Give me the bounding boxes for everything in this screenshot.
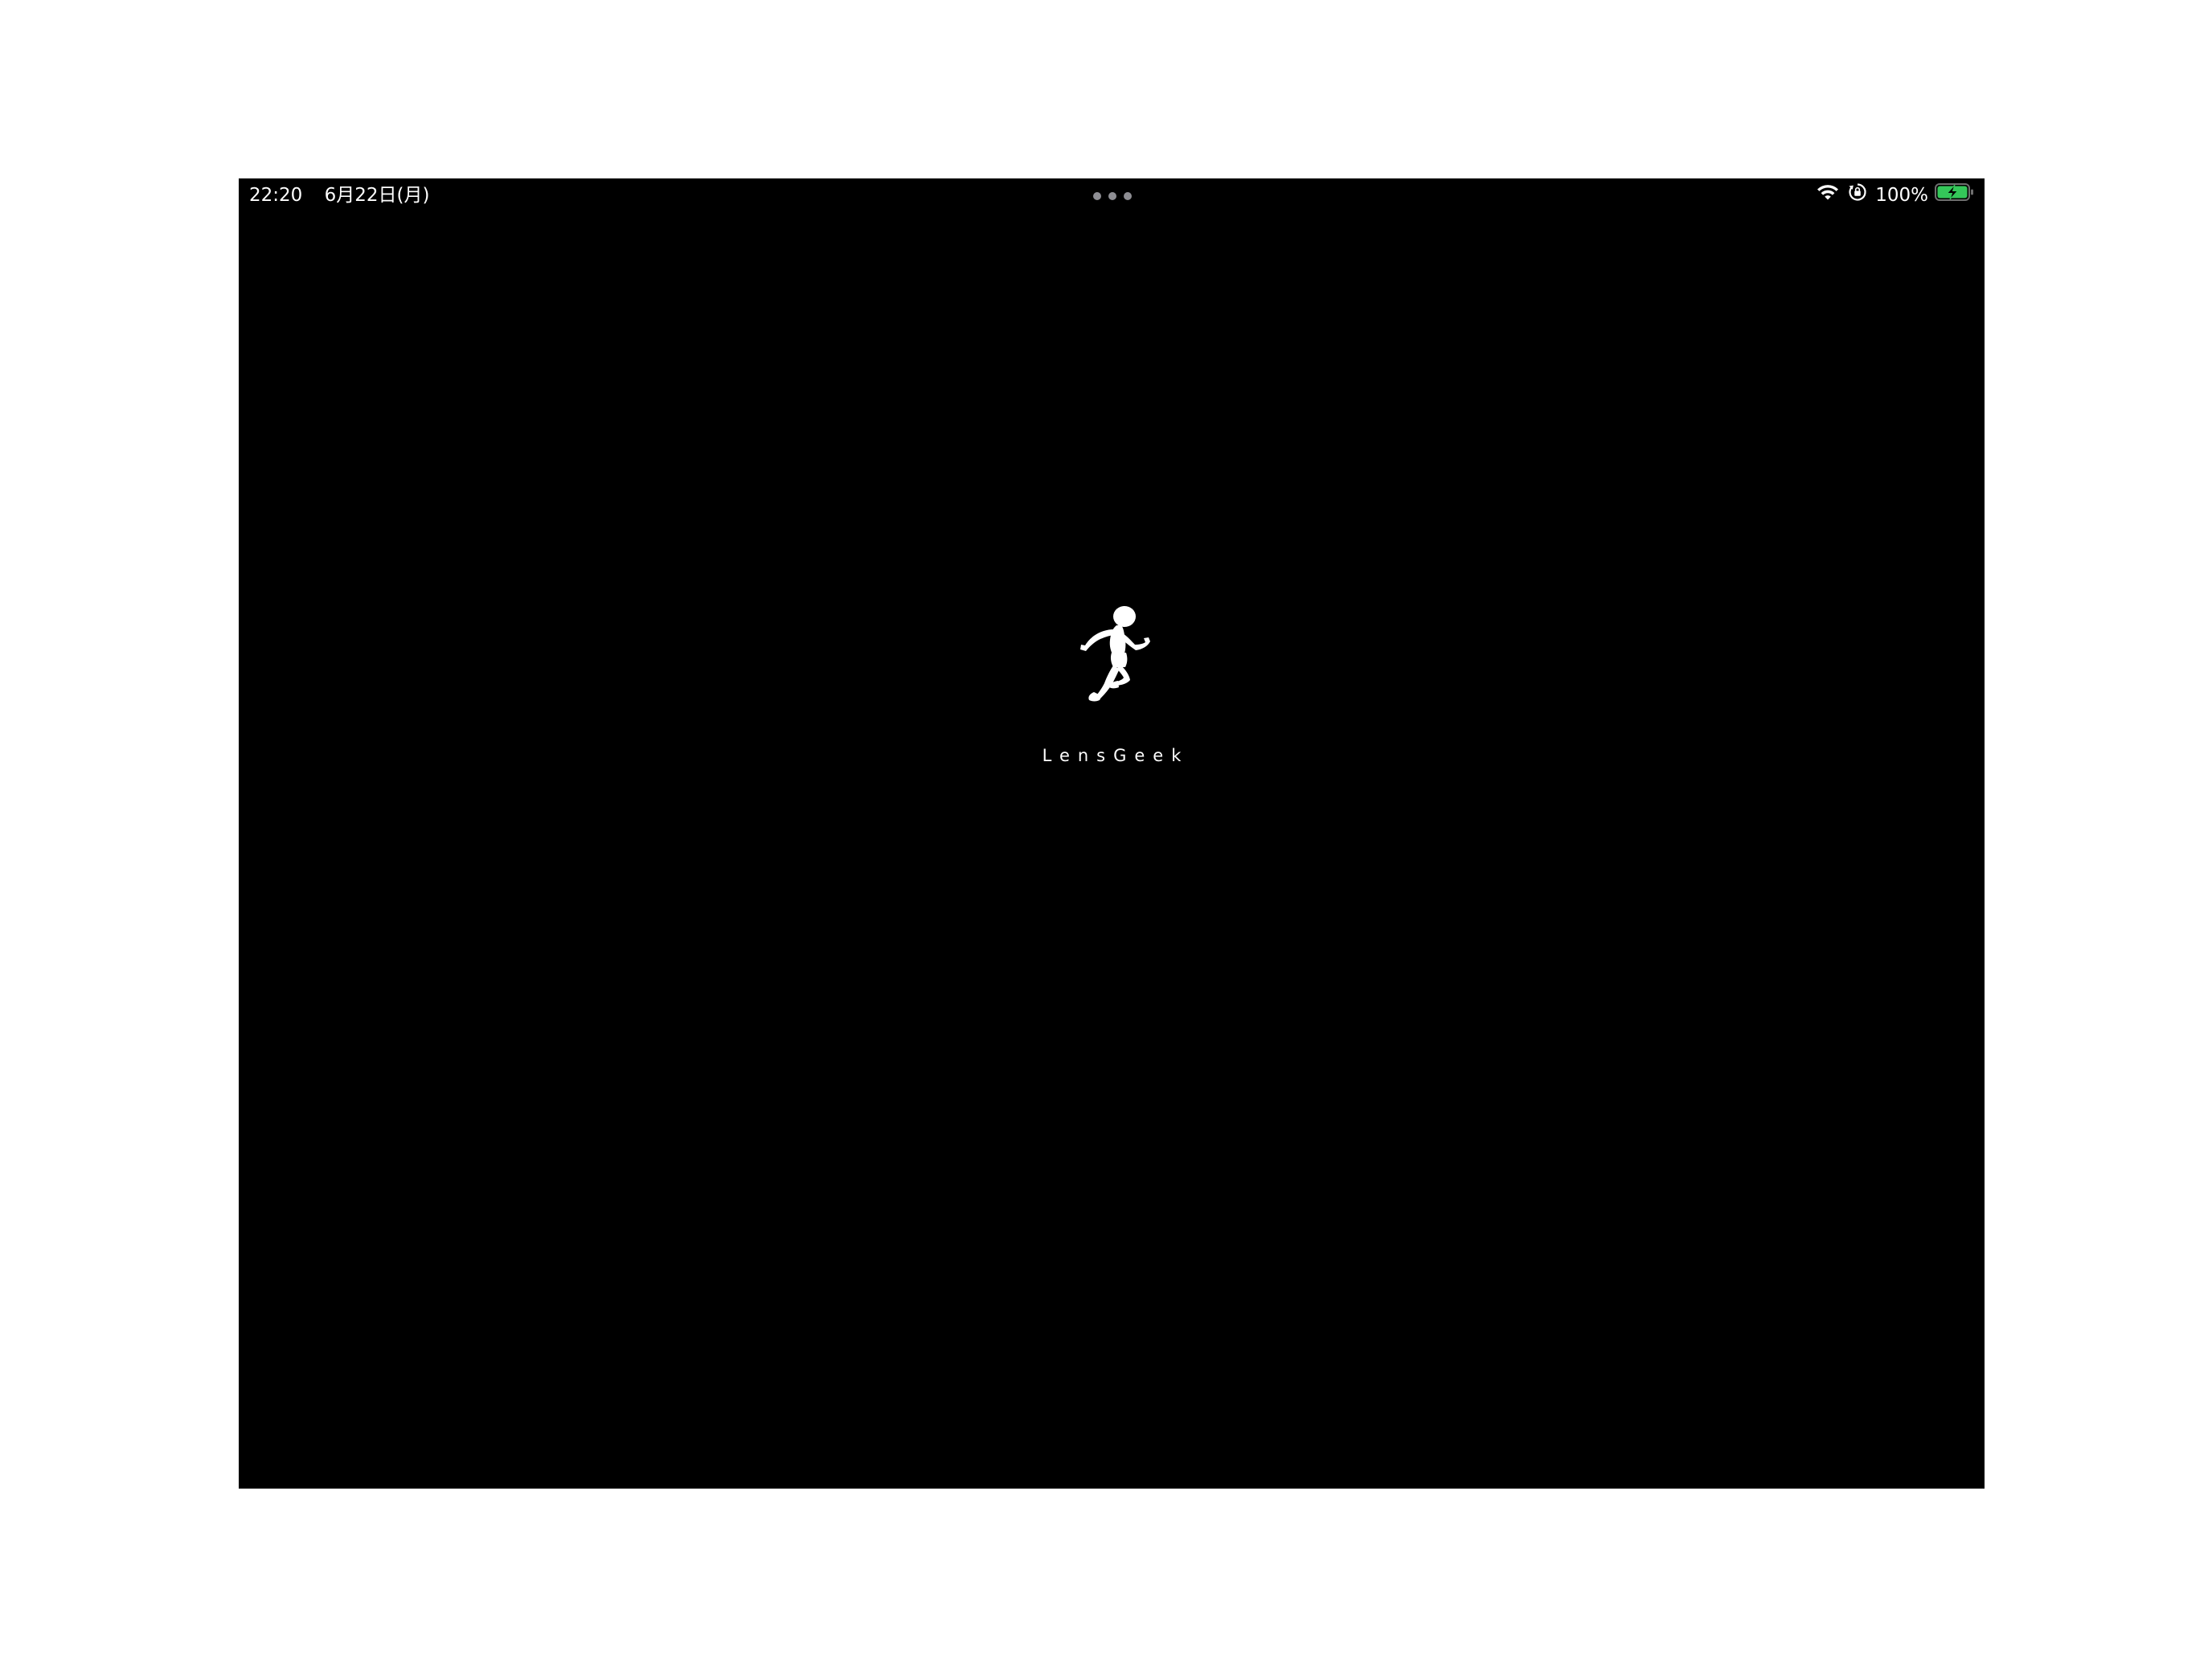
running-child-silhouette-icon: [1080, 606, 1150, 702]
device-screen: 22:20 6月22日(月) 100% LensGeek: [239, 178, 1985, 1489]
splash-screen: LensGeek: [239, 178, 1985, 1489]
app-name-label: LensGeek: [1042, 746, 1190, 765]
